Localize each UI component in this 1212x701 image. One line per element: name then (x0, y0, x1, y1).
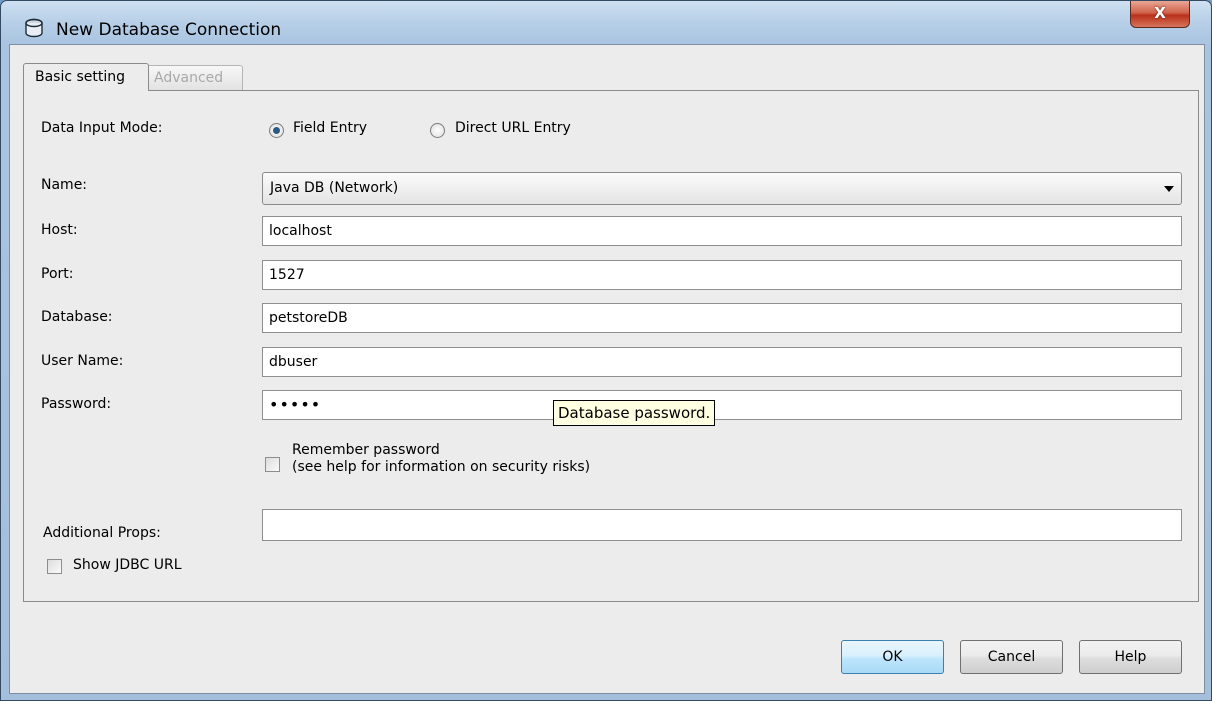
help-button[interactable]: Help (1079, 640, 1182, 674)
window-title: New Database Connection (56, 20, 282, 40)
host-label: Host: (41, 222, 78, 238)
password-tooltip: Database password. (553, 400, 716, 426)
name-dropdown-value: Java DB (Network) (270, 180, 399, 196)
field-entry-radio[interactable] (269, 123, 284, 138)
field-entry-label[interactable]: Field Entry (293, 120, 367, 136)
close-button[interactable]: X (1130, 1, 1190, 28)
dialog-window: New Database Connection X Basic setting … (0, 0, 1212, 701)
name-label: Name: (41, 177, 88, 193)
database-input[interactable]: petstoreDB (262, 303, 1182, 333)
chevron-down-icon (1164, 186, 1174, 192)
cancel-button[interactable]: Cancel (960, 640, 1063, 674)
port-label: Port: (41, 266, 74, 282)
username-input[interactable]: dbuser (262, 347, 1182, 377)
additional-props-input[interactable] (262, 509, 1182, 541)
remember-password-text[interactable]: Remember password (see help for informat… (292, 442, 590, 476)
name-dropdown[interactable]: Java DB (Network) (262, 172, 1182, 205)
remember-password-note: (see help for information on security ri… (292, 459, 591, 475)
port-input[interactable]: 1527 (262, 260, 1182, 290)
basic-setting-panel: Data Input Mode: Field Entry Direct URL … (23, 90, 1199, 602)
data-input-mode-label: Data Input Mode: (41, 120, 163, 136)
show-jdbc-url-checkbox[interactable] (47, 559, 62, 574)
title-bar[interactable]: New Database Connection X (1, 1, 1211, 44)
password-input[interactable]: ••••• (262, 390, 1182, 420)
database-icon (25, 18, 43, 38)
host-input[interactable]: localhost (262, 216, 1182, 246)
password-label: Password: (41, 396, 112, 412)
show-jdbc-url-label[interactable]: Show JDBC URL (73, 557, 182, 573)
tab-basic-setting[interactable]: Basic setting (23, 63, 149, 91)
username-label: User Name: (41, 353, 124, 369)
database-label: Database: (41, 309, 113, 325)
direct-url-entry-label[interactable]: Direct URL Entry (455, 120, 571, 136)
tab-advanced[interactable]: Advanced (149, 65, 243, 90)
dialog-content: Basic setting Advanced Data Input Mode: … (9, 44, 1205, 694)
remember-password-label: Remember password (292, 442, 440, 458)
direct-url-entry-radio[interactable] (430, 123, 445, 138)
remember-password-checkbox[interactable] (265, 457, 280, 472)
ok-button[interactable]: OK (841, 640, 944, 674)
additional-props-label: Additional Props: (43, 525, 161, 541)
